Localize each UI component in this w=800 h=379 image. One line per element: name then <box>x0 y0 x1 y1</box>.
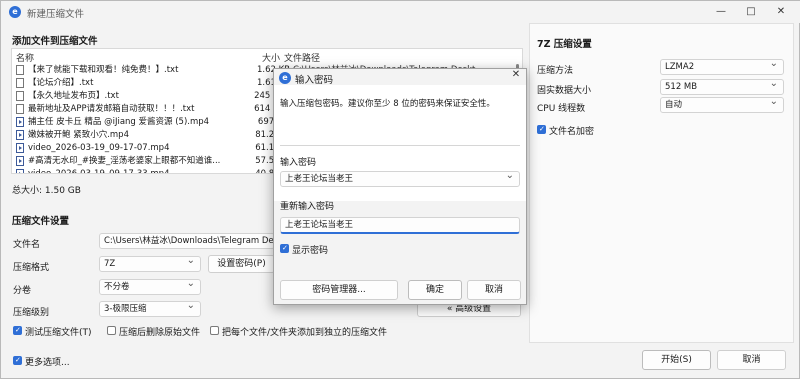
more-options-label[interactable]: 更多选项... <box>25 355 70 368</box>
threads-select[interactable]: 自动 <box>660 97 784 113</box>
column-path[interactable]: 文件路径 <box>284 51 320 64</box>
cancel-button[interactable]: 取消 <box>717 350 786 370</box>
password-dialog: e 输入密码 ✕ 输入压缩包密码。建议你至少 8 位的密码来保证安全性。 输入密… <box>273 68 527 305</box>
text-file-icon <box>16 65 24 75</box>
password-manager-button[interactable]: 密码管理器... <box>280 280 398 300</box>
dialog-logo-icon: e <box>279 72 291 84</box>
encrypt-names-checkbox[interactable] <box>537 125 546 134</box>
dialog-ok-button[interactable]: 确定 <box>408 280 462 300</box>
test-archive-checkbox[interactable] <box>13 326 22 335</box>
file-name: 最新地址及APP请发邮箱自动获取！！！.txt <box>28 104 195 114</box>
video-file-icon <box>16 130 24 140</box>
threads-label: CPU 线程数 <box>537 104 586 114</box>
filename-input[interactable]: C:\Users\林益冰\Downloads\Telegram Desk <box>99 233 275 249</box>
method-select[interactable]: LZMA2 <box>660 59 784 75</box>
seven-zip-title: 7Z 压缩设置 <box>537 39 592 50</box>
file-name: video_2026-03-19_09-17-07.mp4 <box>28 143 170 153</box>
dict-size-label: 固实数据大小 <box>537 86 592 96</box>
video-file-icon <box>16 169 24 173</box>
text-file-icon <box>16 104 24 114</box>
separate-archives-label[interactable]: 把每个文件/文件夹添加到独立的压缩文件 <box>222 325 387 338</box>
format-select[interactable]: 7Z <box>99 256 201 272</box>
maximize-icon[interactable]: □ <box>739 1 763 23</box>
format-label: 压缩格式 <box>13 263 50 273</box>
files-section-title: 添加文件到压缩文件 <box>12 36 98 47</box>
set-password-button[interactable]: 设置密码(P) <box>208 255 275 273</box>
dialog-cancel-button[interactable]: 取消 <box>467 280 521 300</box>
encrypt-names-label[interactable]: 文件名加密 <box>549 124 594 137</box>
settings-section-title: 压缩文件设置 <box>12 216 70 227</box>
show-password-checkbox[interactable] <box>280 244 289 253</box>
window-title: 新建压缩文件 <box>27 9 85 20</box>
title-bar: e 新建压缩文件 — □ ✕ <box>1 1 800 23</box>
video-file-icon <box>16 117 24 127</box>
app-logo-icon: e <box>9 6 21 18</box>
dialog-close-icon[interactable]: ✕ <box>504 64 528 86</box>
video-file-icon <box>16 156 24 166</box>
start-button[interactable]: 开始(S) <box>642 350 711 370</box>
password-input[interactable]: 上老王论坛当老王 <box>280 171 520 187</box>
split-label: 分卷 <box>13 286 32 296</box>
password-label: 输入密码 <box>280 158 317 168</box>
more-options-checkbox[interactable] <box>13 356 22 365</box>
dialog-separator <box>280 145 520 146</box>
text-file-icon <box>16 91 24 101</box>
file-name: video_2026-03-19_09-17-33.mp4 <box>28 169 170 174</box>
show-password-label[interactable]: 显示密码 <box>292 243 328 256</box>
delete-after-checkbox[interactable] <box>107 326 116 335</box>
file-name: #高清无水印_#换妻_淫荡老婆家上眼都不知道谁... <box>28 156 221 166</box>
delete-after-label[interactable]: 压缩后删除原始文件 <box>119 325 200 338</box>
text-file-icon <box>16 78 24 88</box>
dialog-title: 输入密码 <box>295 75 334 86</box>
repeat-password-label: 重新输入密码 <box>280 202 335 212</box>
minimize-icon[interactable]: — <box>709 1 733 23</box>
file-list-header: 名称 大小 文件路径 <box>12 49 522 64</box>
level-select[interactable]: 3-极限压缩 <box>99 301 201 317</box>
column-size[interactable]: 大小 <box>262 51 280 64</box>
file-name: 【论坛介绍】.txt <box>28 78 94 88</box>
dict-size-select[interactable]: 512 MB <box>660 79 784 95</box>
file-name: 捕主任 皮卡丘 精品 @iJiang 爱酱资源 (5).mp4 <box>28 117 210 127</box>
level-label: 压缩级别 <box>13 308 50 318</box>
dialog-instruction: 输入压缩包密码。建议你至少 8 位的密码来保证安全性。 <box>280 99 495 109</box>
separate-archives-checkbox[interactable] <box>210 326 219 335</box>
test-archive-label[interactable]: 测试压缩文件(T) <box>25 325 92 338</box>
video-file-icon <box>16 143 24 153</box>
total-size: 总大小: 1.50 GB <box>12 186 81 196</box>
repeat-password-input[interactable]: 上老王论坛当老王 <box>280 217 520 234</box>
split-select[interactable]: 不分卷 <box>99 279 201 295</box>
file-name: 嫩妹被开鲍 紧致小穴.mp4 <box>28 130 129 140</box>
column-name[interactable]: 名称 <box>16 51 34 64</box>
close-icon[interactable]: ✕ <box>769 1 793 23</box>
file-name: 【永久地址发布页】.txt <box>28 91 119 101</box>
method-label: 压缩方法 <box>537 66 574 76</box>
filename-label: 文件名 <box>13 240 41 250</box>
file-name: 【来了就能下载和观看！纯免费！】.txt <box>28 65 179 75</box>
